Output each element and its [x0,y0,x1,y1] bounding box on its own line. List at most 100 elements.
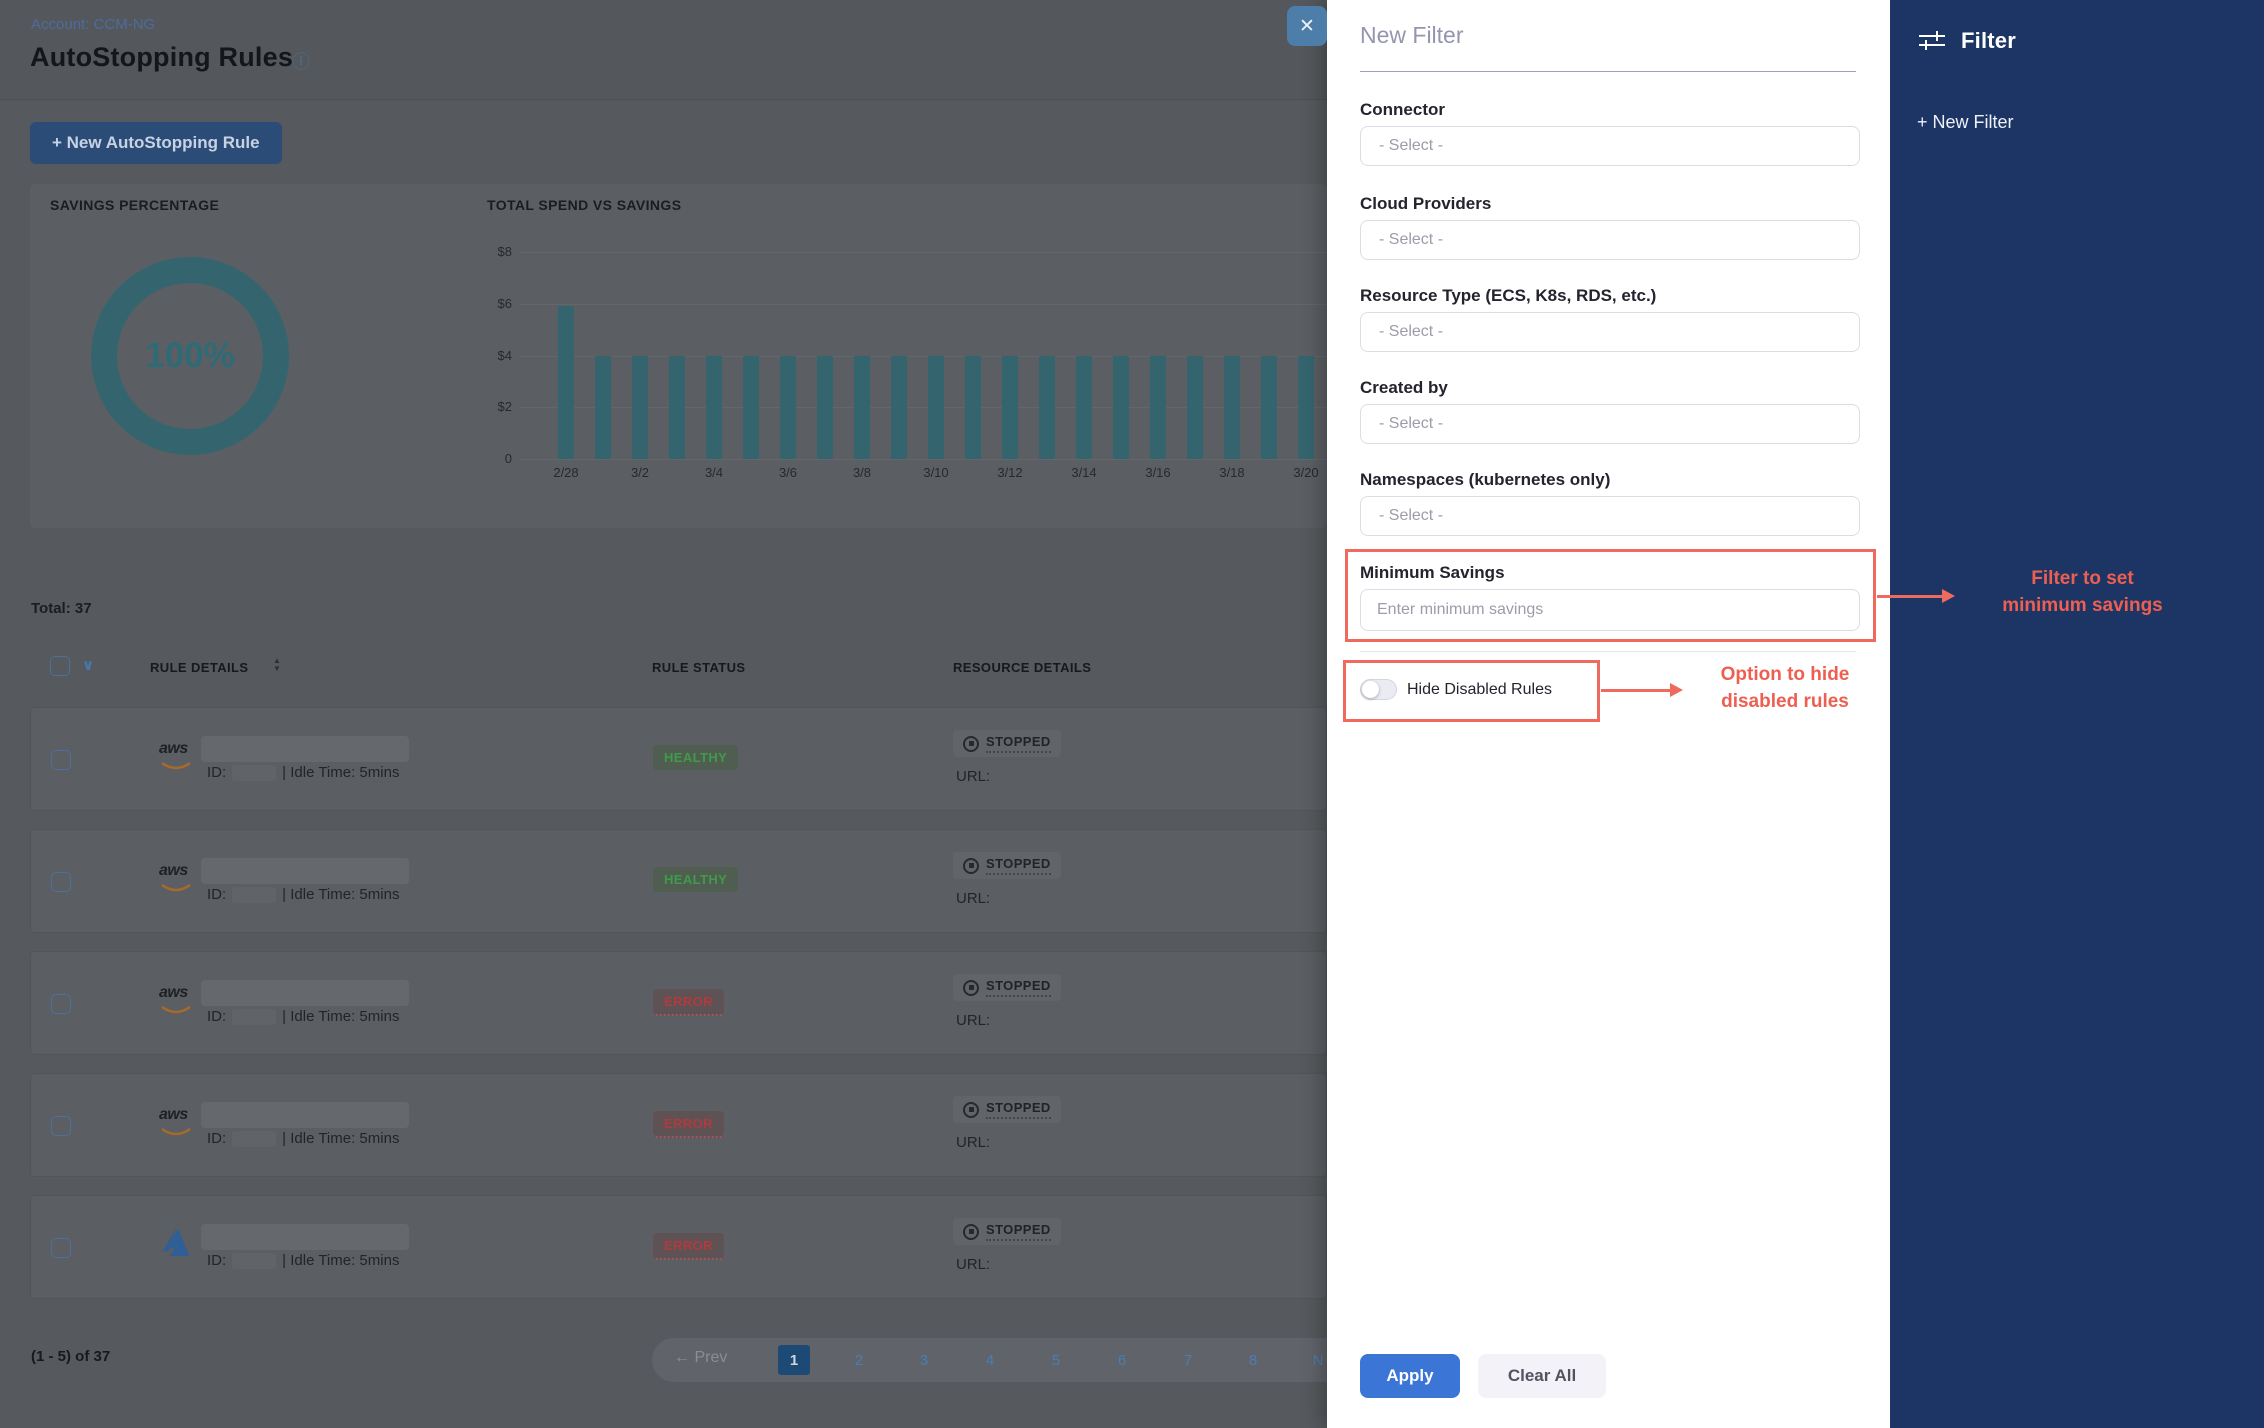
rule-id-redacted [232,887,276,903]
bar [706,356,722,460]
table-row[interactable]: aws ID:| Idle Time: 5mins HEALTHY STOPPE… [30,829,1327,933]
annotation-arrow [1877,595,1943,598]
resource-type-select[interactable]: - Select - [1360,312,1860,352]
filter-panel-header: Filter [1917,28,2016,54]
donut-center-label: 100% [90,256,290,456]
resource-status-badge[interactable]: STOPPED [953,1096,1061,1123]
close-icon[interactable]: ✕ [1287,6,1327,46]
clear-all-button[interactable]: Clear All [1478,1354,1606,1398]
rule-id-line: ID:| Idle Time: 5mins [207,1130,399,1147]
savings-donut-chart: 100% [90,256,290,456]
col-rule-details[interactable]: RULE DETAILS [150,660,248,675]
bar [743,356,759,460]
created-by-select[interactable]: - Select - [1360,404,1860,444]
bar [817,356,833,460]
row-checkbox[interactable] [51,750,71,770]
row-checkbox[interactable] [51,1116,71,1136]
rule-id-redacted [232,1131,276,1147]
bar [891,356,907,460]
x-axis-tick: 3/4 [689,465,739,480]
rule-id-redacted [232,765,276,781]
rule-name-redacted [201,980,409,1006]
bar [595,356,611,460]
next-page-button[interactable]: N [1302,1345,1327,1375]
select-all-checkbox[interactable] [50,656,70,676]
y-axis-tick: $2 [470,399,512,414]
aws-logo-icon: aws [159,862,201,902]
info-icon[interactable]: ⓘ [292,48,310,74]
bar [1113,356,1129,460]
row-checkbox[interactable] [51,994,71,1014]
bar [669,356,685,460]
bar [1039,356,1055,460]
page-button-4[interactable]: 4 [974,1345,1006,1375]
resource-status-badge[interactable]: STOPPED [953,974,1061,1001]
gridline [520,459,1327,460]
bar [928,356,944,460]
bar [632,356,648,460]
page-button-3[interactable]: 3 [908,1345,940,1375]
rule-id-line: ID:| Idle Time: 5mins [207,886,399,903]
apply-button[interactable]: Apply [1360,1354,1460,1398]
page-button-7[interactable]: 7 [1172,1345,1204,1375]
table-row[interactable]: aws ID:| Idle Time: 5mins ERROR STOPPED … [30,951,1327,1055]
page-button-2[interactable]: 2 [843,1345,875,1375]
aws-logo-icon: aws [159,984,201,1024]
new-autostopping-rule-button[interactable]: + New AutoStopping Rule [30,122,282,164]
page-button-8[interactable]: 8 [1237,1345,1269,1375]
x-axis-tick: 3/10 [911,465,961,480]
filter-panel-title: Filter [1961,28,2016,54]
filter-name-input[interactable]: New Filter [1360,22,1856,72]
x-axis-tick: 3/8 [837,465,887,480]
field-label-created-by: Created by [1360,378,1448,398]
resource-status-badge[interactable]: STOPPED [953,1218,1061,1245]
page-title: AutoStopping Rules [30,42,293,73]
annotation-box-hide-disabled [1343,660,1600,722]
rule-id-redacted [232,1009,276,1025]
field-label-resource-type: Resource Type (ECS, K8s, RDS, etc.) [1360,286,1656,306]
pagination-range: (1 - 5) of 37 [31,1348,110,1365]
x-axis-tick: 3/12 [985,465,1035,480]
status-badge: HEALTHY [653,745,738,770]
bar [1076,356,1092,460]
url-label: URL: [956,1256,990,1273]
x-axis-tick: 2/28 [541,465,591,480]
connector-select[interactable]: - Select - [1360,126,1860,166]
spend-vs-savings-title: TOTAL SPEND VS SAVINGS [487,197,681,213]
total-count: Total: 37 [31,600,92,617]
sort-icon[interactable]: ▲▼ [273,657,281,672]
rule-id-redacted [232,1253,276,1269]
namespaces-select[interactable]: - Select - [1360,496,1860,536]
rule-name-redacted [201,1224,409,1250]
breadcrumb-account[interactable]: Account: CCM-NG [31,16,155,33]
prev-page-button[interactable]: ← Prev [674,1349,727,1367]
sliders-icon [1917,28,1947,54]
url-label: URL: [956,890,990,907]
bar [854,356,870,460]
resource-status-badge[interactable]: STOPPED [953,852,1061,879]
bar [1224,356,1240,460]
field-label-cloud-providers: Cloud Providers [1360,194,1491,214]
row-checkbox[interactable] [51,1238,71,1258]
annotation-hide-disabled: Option to hide disabled rules [1692,662,1878,715]
page-button-6[interactable]: 6 [1106,1345,1138,1375]
table-row[interactable]: ID:| Idle Time: 5mins ERROR STOPPED URL: [30,1195,1327,1299]
annotation-box-minimum-savings [1345,549,1876,642]
chevron-down-icon[interactable]: ∨ [82,656,94,674]
bar [965,356,981,460]
stop-circle-icon [963,736,979,752]
table-row[interactable]: aws ID:| Idle Time: 5mins ERROR STOPPED … [30,1073,1327,1177]
row-checkbox[interactable] [51,872,71,892]
savings-percentage-title: SAVINGS PERCENTAGE [50,197,219,213]
col-rule-status: RULE STATUS [652,660,745,675]
filter-side-panel: Filter + New Filter [1890,0,2264,1428]
cloud-providers-select[interactable]: - Select - [1360,220,1860,260]
aws-logo-icon: aws [159,740,201,780]
table-row[interactable]: aws ID:| Idle Time: 5mins HEALTHY STOPPE… [30,707,1327,811]
page-button-5[interactable]: 5 [1040,1345,1072,1375]
table-header: ∨ RULE DETAILS ▲▼ RULE STATUS RESOURCE D… [30,648,1327,692]
new-filter-button[interactable]: + New Filter [1917,112,2014,133]
page-button-1[interactable]: 1 [778,1345,810,1375]
rule-name-redacted [201,858,409,884]
resource-status-badge[interactable]: STOPPED [953,730,1061,757]
